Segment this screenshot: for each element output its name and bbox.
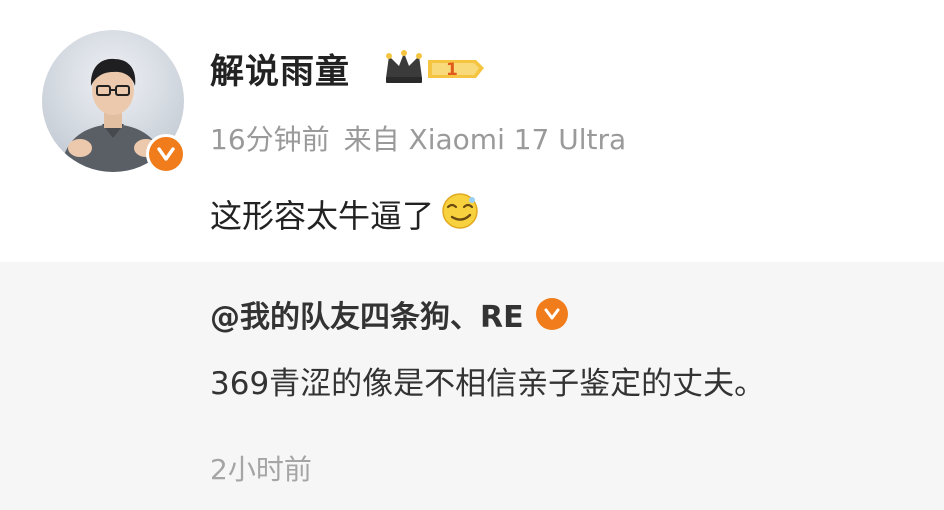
quoted-comment[interactable]: @我的队友四条狗、RE 369青涩的像是不相信亲子鉴定的丈夫。 2小时前	[0, 262, 944, 510]
post-meta: 16分钟前 来自 Xiaomi 17 Ultra	[210, 118, 640, 158]
post-time: 16分钟前	[210, 123, 330, 156]
post-source: 来自 Xiaomi 17 Ultra	[343, 123, 627, 156]
verified-icon	[146, 134, 186, 174]
avatar[interactable]	[42, 30, 186, 174]
quote-time: 2小时前	[210, 453, 312, 486]
verified-icon	[535, 298, 568, 330]
vip-crown-icon[interactable]: 1	[384, 50, 488, 90]
username[interactable]: 解说雨童	[210, 44, 350, 93]
smirk-emoji-icon	[438, 190, 482, 238]
post-content: 这形容太牛逼了	[210, 190, 482, 238]
weibo-post: 解说雨童 1 16分钟前 来自 Xiaomi 17 Ultra 这形容太牛逼了	[0, 0, 944, 262]
vip-level: 1	[446, 60, 458, 80]
quote-author-name[interactable]: @我的队友四条狗、RE	[210, 292, 524, 336]
post-text: 这形容太牛逼了	[210, 197, 435, 235]
quote-text: 369青涩的像是不相信亲子鉴定的丈夫。	[210, 366, 766, 402]
quote-author[interactable]: @我的队友四条狗、RE	[210, 292, 568, 336]
